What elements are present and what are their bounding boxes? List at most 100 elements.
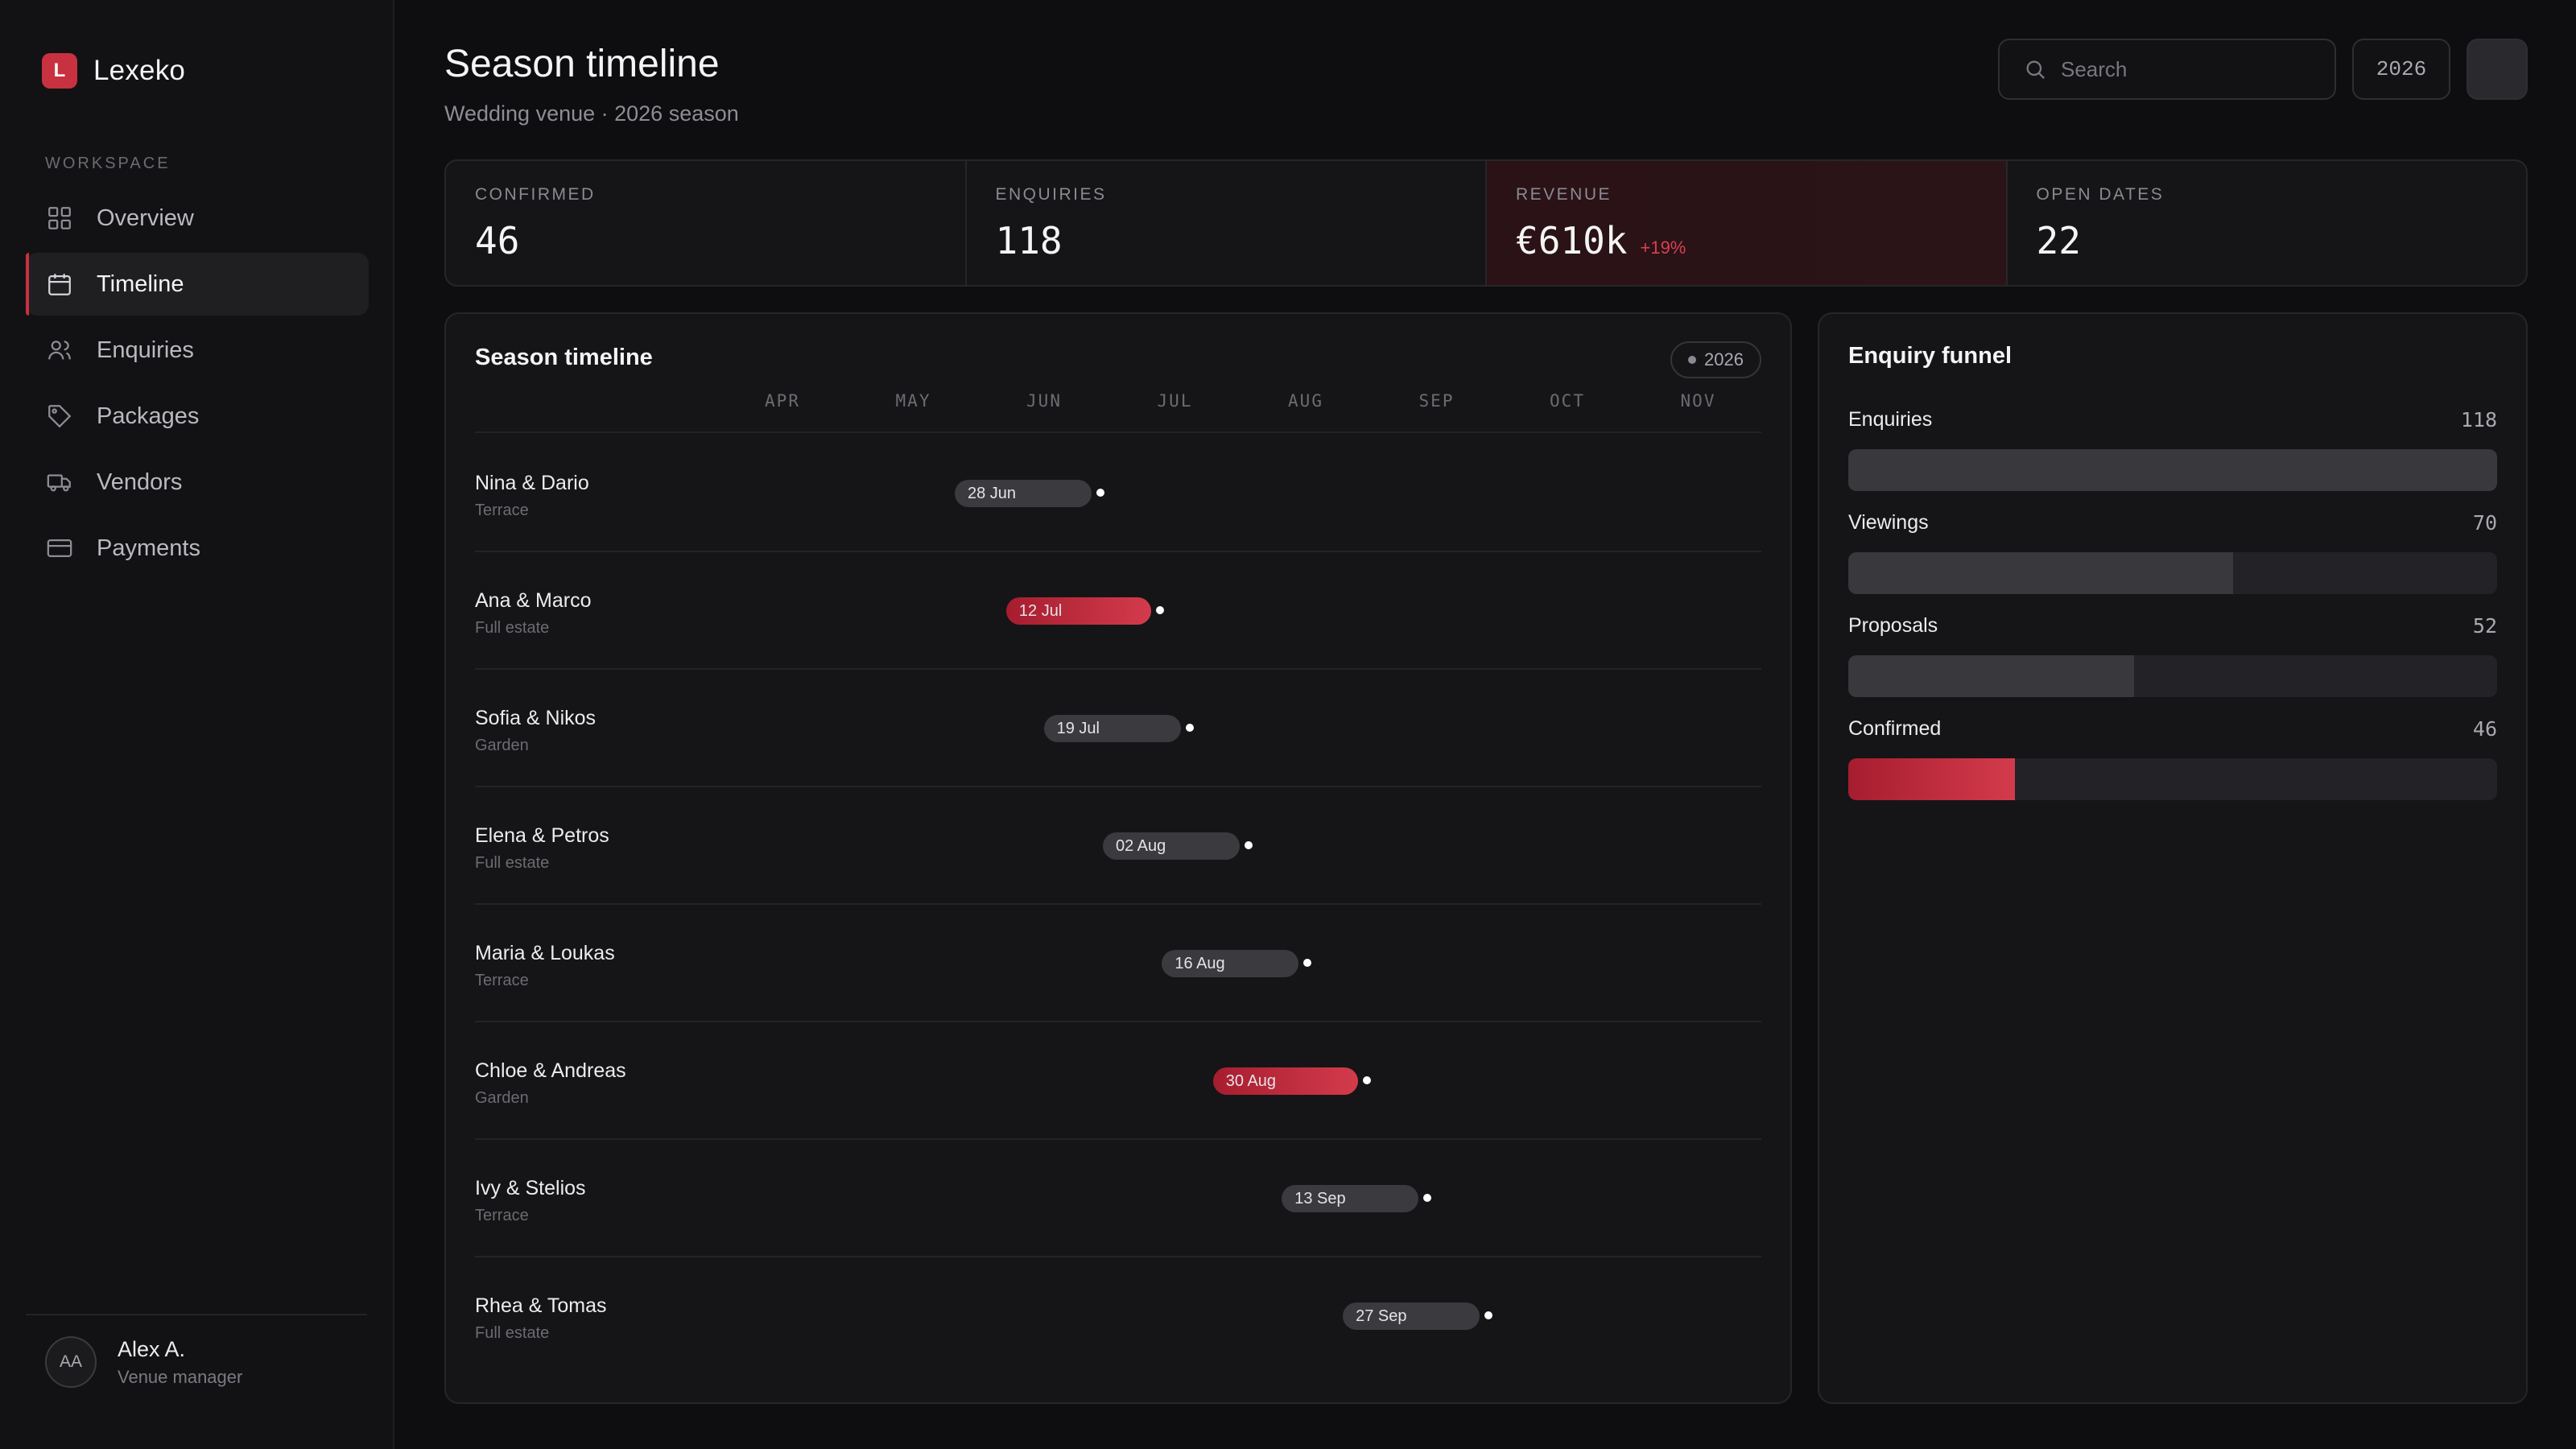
booking-couple: Sofia & Nikos Garden: [475, 707, 596, 755]
booking-date-marker: [1244, 841, 1253, 849]
couple-name: Sofia & Nikos: [475, 707, 597, 729]
sidebar-item-vendors[interactable]: Vendors: [26, 451, 369, 514]
page-title: Season timeline: [444, 43, 720, 85]
sidebar-divider: [26, 1314, 367, 1315]
booking-row[interactable]: Nina & Dario Terrace 28 Jun: [475, 435, 1761, 552]
booking-bar[interactable]: 30 Aug: [1212, 1067, 1358, 1095]
booking-date-marker: [1185, 724, 1194, 732]
funnel-stage-count: 118: [2460, 407, 2497, 431]
month-label-nov: NOV: [1680, 391, 1716, 411]
users-icon: [45, 336, 74, 365]
stat-label: REVENUE: [1516, 185, 1612, 204]
funnel-stage-label: Viewings: [1848, 510, 1929, 534]
booking-couple: Chloe & Andreas Garden: [475, 1059, 626, 1108]
funnel-stage-fill: [1848, 552, 2234, 594]
booking-bar[interactable]: 28 Jun: [955, 480, 1092, 507]
funnel-stage-fill: [1848, 758, 2016, 800]
stat-label: CONFIRMED: [475, 185, 596, 204]
sidebar-item-overview[interactable]: Overview: [26, 187, 369, 250]
booking-row[interactable]: Rhea & Tomas Full estate 27 Sep: [475, 1257, 1761, 1375]
booking-bar[interactable]: 13 Sep: [1282, 1185, 1419, 1212]
funnel-stage-track: [1848, 449, 2497, 491]
stat-delta: +19%: [1640, 237, 1686, 258]
sidebar-item-timeline[interactable]: Timeline: [26, 253, 369, 316]
credit-card-icon: [45, 534, 74, 563]
stat-label: ENQUIRIES: [995, 185, 1107, 204]
user-profile[interactable]: AA Alex A. Venue manager: [45, 1336, 242, 1388]
sidebar-item-label: Vendors: [97, 469, 183, 495]
booking-row[interactable]: Ana & Marco Full estate 12 Jul: [475, 552, 1761, 670]
enquiry-funnel-card: Enquiry funnel Enquiries 118 Viewings 70 Pro…: [1818, 312, 2528, 1404]
funnel-stage-count: 46: [2472, 716, 2497, 741]
month-label-jun: JUN: [1026, 391, 1062, 411]
funnel-stage-head: Enquiries 118: [1848, 406, 2497, 433]
booking-bar[interactable]: 12 Jul: [1005, 597, 1151, 625]
funnel-stage-head: Viewings 70: [1848, 509, 2497, 536]
sidebar-item-packages[interactable]: Packages: [26, 385, 369, 448]
sidebar-item-label: Overview: [97, 204, 194, 231]
search-input[interactable]: [2061, 56, 2318, 82]
couple-venue: Garden: [475, 737, 529, 754]
funnel-card-title: Enquiry funnel: [1848, 343, 2012, 369]
booking-row[interactable]: Chloe & Andreas Garden 30 Aug: [475, 1022, 1761, 1140]
funnel-stage-head: Proposals 52: [1848, 612, 2497, 639]
month-label-sep: SEP: [1418, 391, 1455, 411]
page-subtitle: Wedding venue · 2026 season: [444, 101, 739, 126]
couple-venue: Full estate: [475, 854, 550, 872]
user-text: Alex A. Venue manager: [118, 1337, 242, 1388]
booking-couple: Ana & Marco Full estate: [475, 589, 592, 638]
month-axis: APR MAY JUN JUL AUG SEP OCT NOV: [475, 391, 1761, 433]
sidebar-item-enquiries[interactable]: Enquiries: [26, 319, 369, 382]
search-box[interactable]: [1998, 39, 2336, 100]
booking-couple: Maria & Loukas Terrace: [475, 942, 615, 990]
booking-date-label: 19 Jul: [1056, 719, 1100, 737]
sidebar-item-label: Packages: [97, 402, 200, 429]
couple-name: Maria & Loukas: [475, 942, 615, 964]
funnel-stage-count: 52: [2472, 613, 2497, 638]
couple-venue: Terrace: [475, 502, 529, 519]
sidebar: L Lexeko WORKSPACE Overview Timeline Enqui…: [0, 0, 394, 1449]
year-selector-button[interactable]: 2026: [2352, 39, 2450, 100]
truck-icon: [45, 468, 74, 497]
couple-name: Ivy & Stelios: [475, 1177, 586, 1199]
user-role: Venue manager: [118, 1366, 243, 1387]
booking-date-marker: [1484, 1311, 1493, 1319]
brand[interactable]: L Lexeko: [42, 53, 185, 89]
stat-value-row: 118: [996, 219, 1486, 262]
funnel-stage-proposals: Proposals 52: [1848, 612, 2497, 715]
couple-venue: Full estate: [475, 619, 550, 637]
funnel-stage-head: Confirmed 46: [1848, 715, 2497, 742]
funnel-stage-track: [1848, 758, 2497, 800]
timeline-year-pill[interactable]: 2026: [1670, 341, 1761, 378]
sidebar-item-label: Timeline: [97, 270, 184, 297]
menu-button[interactable]: [2467, 39, 2528, 100]
booking-date-marker: [1155, 606, 1164, 614]
funnel-stage-count: 70: [2472, 510, 2497, 535]
stat-value: 22: [2036, 219, 2081, 262]
booking-row[interactable]: Elena & Petros Full estate 02 Aug: [475, 787, 1761, 905]
booking-bar[interactable]: 19 Jul: [1043, 715, 1181, 742]
booking-date-label: 30 Aug: [1225, 1071, 1277, 1090]
season-timeline-card: Season timeline 2026 APR MAY JUN JUL AUG SEP O…: [444, 312, 1792, 1404]
stat-open-dates: OPEN DATES 22: [2008, 161, 2527, 285]
booking-row[interactable]: Sofia & Nikos Garden 19 Jul: [475, 670, 1761, 787]
booking-date-label: 13 Sep: [1294, 1189, 1346, 1208]
month-label-oct: OCT: [1550, 391, 1585, 411]
booking-couple: Nina & Dario Terrace: [475, 472, 589, 520]
stat-value: 46: [475, 219, 520, 262]
booking-row[interactable]: Maria & Loukas Terrace 16 Aug: [475, 905, 1761, 1022]
funnel-stage-label: Enquiries: [1848, 407, 1933, 431]
funnel-stage-track: [1848, 552, 2497, 594]
sidebar-item-payments[interactable]: Payments: [26, 517, 369, 580]
booking-date-label: 28 Jun: [968, 484, 1017, 502]
booking-bar[interactable]: 02 Aug: [1102, 832, 1240, 860]
stat-enquiries: ENQUIRIES 118: [967, 161, 1487, 285]
booking-date-marker: [1423, 1194, 1432, 1202]
booking-bar[interactable]: 16 Aug: [1162, 950, 1299, 977]
booking-bar[interactable]: 27 Sep: [1343, 1302, 1480, 1330]
funnel-stage-label: Confirmed: [1848, 716, 1942, 740]
booking-row[interactable]: Ivy & Stelios Terrace 13 Sep: [475, 1140, 1761, 1257]
booking-couple: Ivy & Stelios Terrace: [475, 1177, 586, 1225]
couple-venue: Garden: [475, 1089, 529, 1107]
funnel-stage-confirmed: Confirmed 46: [1848, 715, 2497, 818]
